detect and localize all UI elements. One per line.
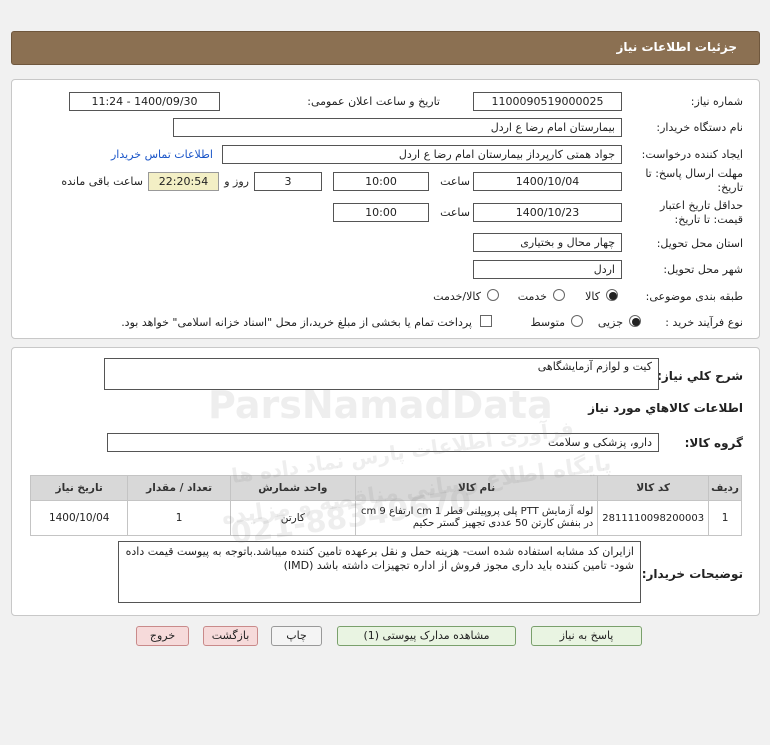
reply-deadline-label: مهلت ارسال پاسخ: تا تاریخ: [645,167,743,194]
buyer-contact-link[interactable]: اطلاعات تماس خریدار [111,148,213,161]
col-header-date: تاریخ نیاز [29,475,129,501]
delivery-city-field: اردل [473,260,622,279]
category-radio-both[interactable] [487,289,499,301]
process-radio-minor[interactable] [629,315,641,327]
print-button[interactable]: چاپ [271,626,322,646]
cell-row: 1 [708,500,742,536]
goods-table: ردیف کد کالا نام کالا واحد شمارش تعداد /… [29,475,742,536]
process-label: نوع فرآیند خرید : [665,316,743,329]
treasury-checkbox[interactable] [480,315,492,327]
buyer-notes-label: توضیحات خریدار: [641,567,743,581]
days-label: روز و [224,175,249,188]
reply-time-label: ساعت [440,175,470,188]
table-row[interactable]: 1 2811110098200003 لوله آزمایش PTT پلی پ… [29,500,742,536]
reply-time-field: 10:00 [333,172,429,191]
cell-qty: 1 [127,500,231,536]
announce-field: 1400/09/30 - 11:24 [69,92,220,111]
cell-unit: کارتن [229,500,356,536]
announce-label: تاریخ و ساعت اعلان عمومی: [307,95,440,108]
page-header: جزئیات اطلاعات نیاز [11,31,760,65]
reply-button[interactable]: پاسخ به نیاز [531,626,642,646]
need-number-field: 1100090519000025 [473,92,622,111]
treasury-note: پرداخت تمام یا بخشی از مبلغ خرید،از محل … [121,316,472,329]
col-header-row: ردیف [708,475,742,501]
process-option-minor: جزیی [597,316,623,329]
need-number-label: شماره نیاز: [690,95,743,108]
delivery-city-label: شهر محل تحویل: [663,263,743,276]
category-radio-service[interactable] [553,289,565,301]
process-radio-medium[interactable] [571,315,583,327]
category-label: طبقه بندی موضوعی: [645,290,743,303]
category-option-both: کالا/خدمت [433,290,481,303]
validity-time-label: ساعت [440,206,470,219]
page-title: جزئیات اطلاعات نیاز [616,40,737,54]
validity-date-field: 1400/10/23 [473,203,622,222]
col-header-name: نام کالا [354,475,599,501]
col-header-qty: تعداد / مقدار [127,475,231,501]
cell-date: 1400/10/04 [29,500,129,536]
col-header-unit: واحد شمارش [229,475,356,501]
validity-time-field: 10:00 [333,203,429,222]
category-option-goods: کالا [585,290,600,303]
category-radio-goods[interactable] [606,289,618,301]
view-documents-button[interactable]: مشاهده مدارک پیوستی (1) [337,626,516,646]
process-option-medium: متوسط [530,316,565,329]
buyer-org-label: نام دستگاه خریدار: [656,121,743,134]
goods-info-title: اطلاعات کالاهاي مورد نياز [588,401,743,415]
delivery-province-field: چهار محال و بختیاری [473,233,622,252]
days-field: 3 [254,172,322,191]
goods-group-field: دارو، پزشکی و سلامت [107,433,659,452]
col-header-code: کد کالا [597,475,710,501]
creator-label: ایجاد کننده درخواست: [641,148,743,161]
cell-name: لوله آزمایش PTT پلی پروپیلنی قطر 1 cm ار… [354,500,599,536]
general-desc-field: کیت و لوازم آزمایشگاهی [104,358,659,390]
remaining-label: ساعت باقی مانده [61,175,143,188]
cell-code: 2811110098200003 [597,500,710,536]
remaining-time-field: 22:20:54 [148,172,219,191]
back-button[interactable]: بازگشت [203,626,258,646]
validity-label: حداقل تاریخ اعتبار قیمت: تا تاریخ: [659,199,743,226]
general-desc-label: شرح کلي نياز: [657,369,743,383]
reply-date-field: 1400/10/04 [473,172,622,191]
table-header-row: ردیف کد کالا نام کالا واحد شمارش تعداد /… [29,475,742,501]
exit-button[interactable]: خروج [136,626,189,646]
buyer-notes-field: ازایران کد مشابه استفاده شده است- هزینه … [118,541,641,603]
delivery-province-label: استان محل تحویل: [656,237,743,250]
creator-field: جواد همتی کارپرداز بیمارستان امام رضا ع … [222,145,622,164]
goods-group-label: گروه کالا: [684,436,743,450]
buyer-org-field: بیمارستان امام رضا ع اردل [173,118,622,137]
category-option-service: خدمت [517,290,547,303]
